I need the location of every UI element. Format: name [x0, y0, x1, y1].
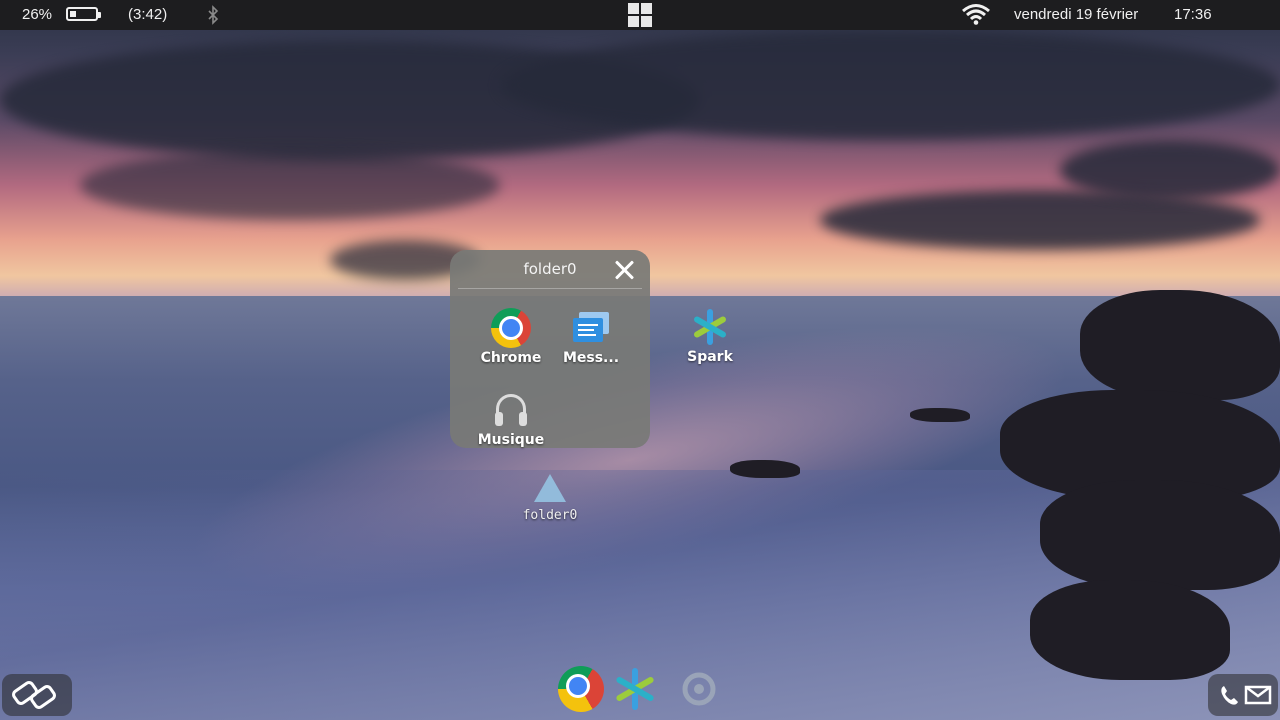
- dock-settings-icon[interactable]: [676, 666, 722, 712]
- app-musique[interactable]: Musique: [471, 390, 551, 448]
- app-label: Musique: [477, 432, 545, 448]
- launcher-button[interactable]: [2, 674, 72, 716]
- headphones-icon: [491, 390, 531, 430]
- battery-fill: [70, 11, 76, 17]
- folder-icon: [530, 470, 570, 508]
- app-label: Chrome: [480, 350, 542, 366]
- app-chrome[interactable]: Chrome: [471, 308, 551, 366]
- cloud: [80, 150, 500, 220]
- folder-label: folder0: [522, 508, 578, 523]
- app-messages[interactable]: Mess...: [551, 308, 631, 366]
- dock-chrome-icon[interactable]: [558, 666, 604, 712]
- spark-icon: [690, 307, 730, 347]
- wifi-icon[interactable]: [961, 3, 991, 25]
- battery-time: (3:42): [128, 6, 168, 23]
- chrome-icon: [491, 308, 531, 348]
- cloud: [1060, 140, 1280, 200]
- app-label: Spark: [687, 349, 733, 365]
- battery-percent: 26%: [22, 6, 53, 23]
- rock: [1080, 290, 1280, 400]
- clock[interactable]: 17:36: [1174, 5, 1212, 25]
- cloud: [500, 30, 1280, 140]
- phone-mail-icon: [1221, 685, 1272, 705]
- battery-icon: [66, 7, 101, 21]
- desktop-app-spark[interactable]: Spark: [670, 307, 750, 365]
- rock: [1040, 480, 1280, 590]
- app-grid-icon[interactable]: [628, 3, 652, 27]
- contacts-button[interactable]: [1208, 674, 1278, 716]
- status-bar: 26% (3:42) vendredi 19 février 17:36: [0, 0, 1280, 30]
- rock: [730, 460, 800, 478]
- rock: [910, 408, 970, 422]
- folder-popup: folder0 Chrome Mess... Musique: [450, 250, 650, 448]
- messages-icon: [571, 308, 611, 348]
- desktop-folder[interactable]: folder0: [510, 470, 590, 523]
- close-icon[interactable]: [610, 256, 638, 284]
- rock: [1030, 580, 1230, 680]
- app-label: Mess...: [562, 350, 620, 366]
- date[interactable]: vendredi 19 février: [1014, 5, 1138, 25]
- divider: [458, 288, 642, 289]
- bluetooth-icon[interactable]: [206, 5, 220, 25]
- dock-spark-icon[interactable]: [612, 666, 658, 712]
- link-icon: [12, 681, 56, 709]
